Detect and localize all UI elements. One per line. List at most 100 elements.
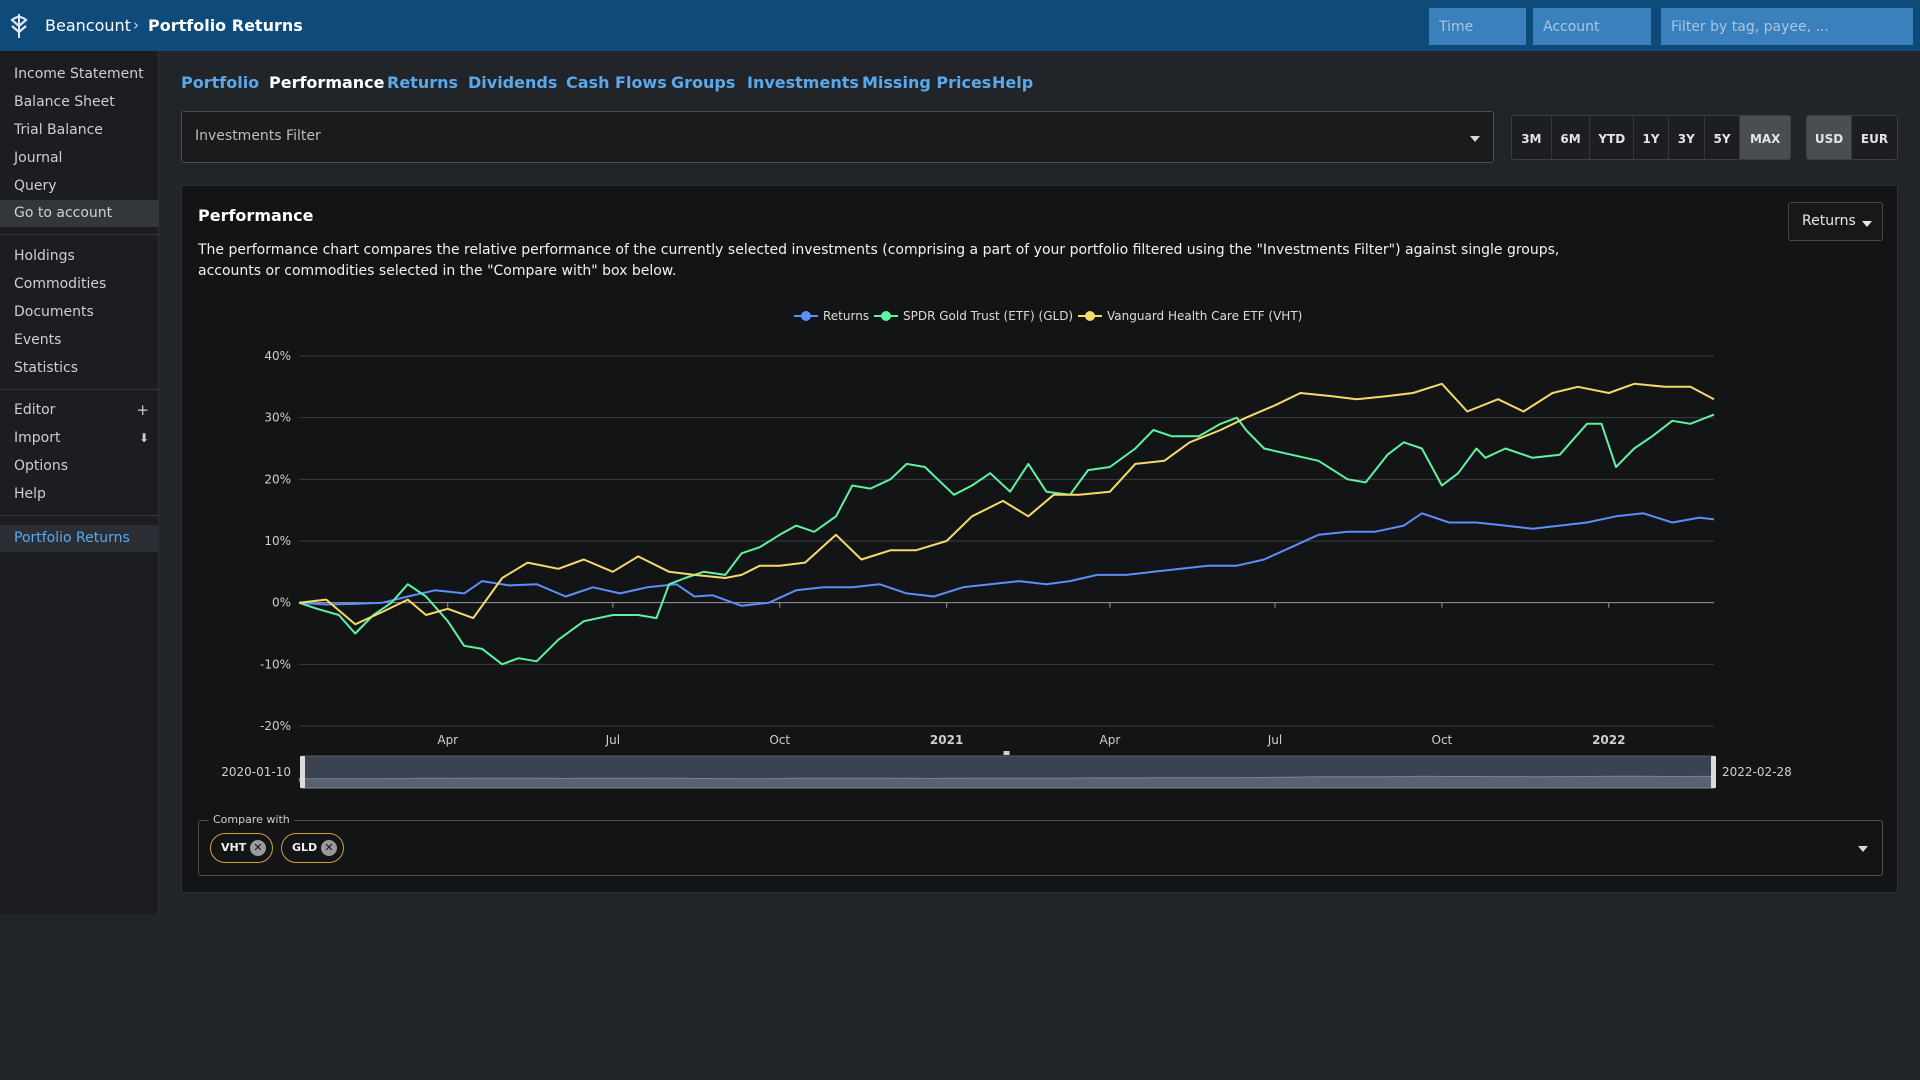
- zoom-end-label: 2022-02-28: [1722, 765, 1792, 779]
- sidebar-item-commodities[interactable]: Commodities: [0, 271, 159, 298]
- range-button-1y[interactable]: 1Y: [1634, 116, 1669, 159]
- x-tick-label: Oct: [769, 733, 790, 747]
- account-filter-input[interactable]: [1533, 8, 1651, 45]
- sidebar: Income Statement Balance Sheet Trial Bal…: [0, 51, 159, 914]
- range-button-max[interactable]: MAX: [1740, 116, 1790, 159]
- x-tick-label: 2021: [930, 733, 963, 747]
- chart-mode-dropdown[interactable]: Returns: [1788, 202, 1883, 241]
- series-line-1: [298, 413, 1715, 666]
- tab-performance[interactable]: Performance: [269, 73, 385, 92]
- y-tick-label: 20%: [264, 472, 291, 486]
- investments-filter-select[interactable]: Investments Filter: [181, 111, 1494, 163]
- sidebar-item-import[interactable]: Import ⬇: [0, 425, 159, 452]
- tab-missing-prices[interactable]: Missing Prices: [862, 73, 991, 92]
- chip-label: VHT: [221, 841, 247, 854]
- sidebar-item-label: Import: [14, 430, 61, 446]
- x-tick-label: Apr: [1100, 733, 1121, 747]
- zoom-slider-preview: [298, 775, 1715, 789]
- close-icon[interactable]: ✕: [250, 840, 266, 856]
- chip-label: GLD: [292, 841, 318, 854]
- tab-dividends[interactable]: Dividends: [468, 73, 557, 92]
- range-button-3y[interactable]: 3Y: [1668, 116, 1705, 159]
- zoom-handle-left: [300, 756, 305, 788]
- time-range-group: 3M 6M YTD 1Y 3Y 5Y MAX: [1511, 115, 1791, 160]
- sidebar-divider: [0, 234, 159, 235]
- range-button-ytd[interactable]: YTD: [1590, 116, 1635, 159]
- sidebar-item-income-statement[interactable]: Income Statement: [0, 61, 159, 88]
- sidebar-item-query[interactable]: Query: [0, 173, 159, 200]
- plus-icon[interactable]: +: [136, 397, 149, 424]
- close-icon[interactable]: ✕: [321, 840, 337, 856]
- x-tick-label: 2022: [1592, 733, 1625, 747]
- y-tick-label: 30%: [264, 411, 291, 425]
- legend-label: Returns: [823, 309, 869, 323]
- zoom-handle-right: [1711, 756, 1716, 788]
- time-filter-input[interactable]: [1429, 8, 1526, 45]
- chart-mode-label: Returns: [1802, 213, 1856, 229]
- tag-payee-filter-input[interactable]: [1661, 8, 1913, 45]
- compare-with-select[interactable]: Compare with VHT ✕ GLD ✕: [198, 813, 1883, 876]
- legend-marker: [801, 311, 811, 321]
- sidebar-item-options[interactable]: Options: [0, 453, 159, 480]
- range-button-6m[interactable]: 6M: [1551, 116, 1591, 159]
- sidebar-item-portfolio-returns[interactable]: Portfolio Returns: [0, 525, 159, 552]
- sidebar-item-events[interactable]: Events: [0, 327, 159, 354]
- sidebar-item-go-to-account[interactable]: Go to account: [0, 200, 159, 227]
- x-tick-label: Jul: [1267, 733, 1282, 747]
- tab-cash-flows[interactable]: Cash Flows: [566, 73, 667, 92]
- performance-panel: Performance Returns The performance char…: [181, 185, 1898, 893]
- series-line-0: [298, 512, 1715, 607]
- page-title: Portfolio Returns: [148, 16, 303, 35]
- y-tick-label: 0%: [272, 596, 291, 610]
- currency-button-usd[interactable]: USD: [1807, 116, 1853, 159]
- chevron-down-icon: [1858, 846, 1868, 852]
- sidebar-item-help[interactable]: Help: [0, 481, 159, 508]
- y-tick-label: 40%: [264, 349, 291, 363]
- chevron-down-icon: [1470, 136, 1480, 142]
- app-name-link[interactable]: Beancount: [45, 16, 131, 35]
- currency-group: USD EUR: [1806, 115, 1898, 160]
- y-tick-label: -20%: [260, 719, 291, 733]
- legend-label: SPDR Gold Trust (ETF) (GLD): [903, 309, 1073, 323]
- sidebar-item-documents[interactable]: Documents: [0, 299, 159, 326]
- x-tick-label: Jul: [605, 733, 620, 747]
- sidebar-item-balance-sheet[interactable]: Balance Sheet: [0, 89, 159, 116]
- chevron-down-icon: [1862, 221, 1872, 227]
- legend-marker: [1085, 311, 1095, 321]
- series-line-2: [298, 382, 1715, 626]
- y-tick-label: 10%: [264, 534, 291, 548]
- download-icon[interactable]: ⬇: [139, 425, 149, 452]
- sidebar-item-label: Editor: [14, 402, 56, 418]
- range-button-3m[interactable]: 3M: [1512, 116, 1552, 159]
- zoom-drag-handle: [1003, 751, 1010, 755]
- x-tick-label: Oct: [1432, 733, 1453, 747]
- top-header: Beancount › Portfolio Returns: [0, 0, 1920, 51]
- sidebar-item-journal[interactable]: Journal: [0, 145, 159, 172]
- tab-groups[interactable]: Groups: [671, 73, 735, 92]
- compare-chip-vht[interactable]: VHT ✕: [210, 833, 273, 863]
- investments-filter-label: Investments Filter: [195, 128, 321, 144]
- panel-description: The performance chart compares the relat…: [198, 242, 1560, 279]
- range-button-5y[interactable]: 5Y: [1704, 116, 1741, 159]
- legend-label: Vanguard Health Care ETF (VHT): [1107, 309, 1302, 323]
- sidebar-item-holdings[interactable]: Holdings: [0, 243, 159, 270]
- tab-portfolio[interactable]: Portfolio: [181, 73, 259, 92]
- sidebar-item-trial-balance[interactable]: Trial Balance: [0, 117, 159, 144]
- sidebar-divider: [0, 515, 159, 516]
- beancount-logo-icon[interactable]: [6, 13, 32, 39]
- sidebar-item-editor[interactable]: Editor +: [0, 397, 159, 424]
- tab-investments[interactable]: Investments: [747, 73, 859, 92]
- compare-chip-gld[interactable]: GLD ✕: [281, 833, 344, 863]
- tab-help[interactable]: Help: [992, 73, 1033, 92]
- breadcrumb-separator: ›: [133, 16, 139, 34]
- x-tick-label: Apr: [437, 733, 458, 747]
- y-tick-label: -10%: [260, 657, 291, 671]
- zoom-start-label: 2020-01-10: [221, 765, 291, 779]
- legend-marker: [881, 311, 891, 321]
- compare-with-label: Compare with: [209, 813, 294, 826]
- sidebar-item-statistics[interactable]: Statistics: [0, 355, 159, 382]
- tab-returns[interactable]: Returns: [387, 73, 458, 92]
- currency-button-eur[interactable]: EUR: [1852, 116, 1897, 159]
- sidebar-divider: [0, 389, 159, 390]
- performance-chart[interactable]: 40% 30% 20% 10% 0% -10% -20% Apr Jul Oct 2021 Apr Ju…: [182, 291, 1899, 791]
